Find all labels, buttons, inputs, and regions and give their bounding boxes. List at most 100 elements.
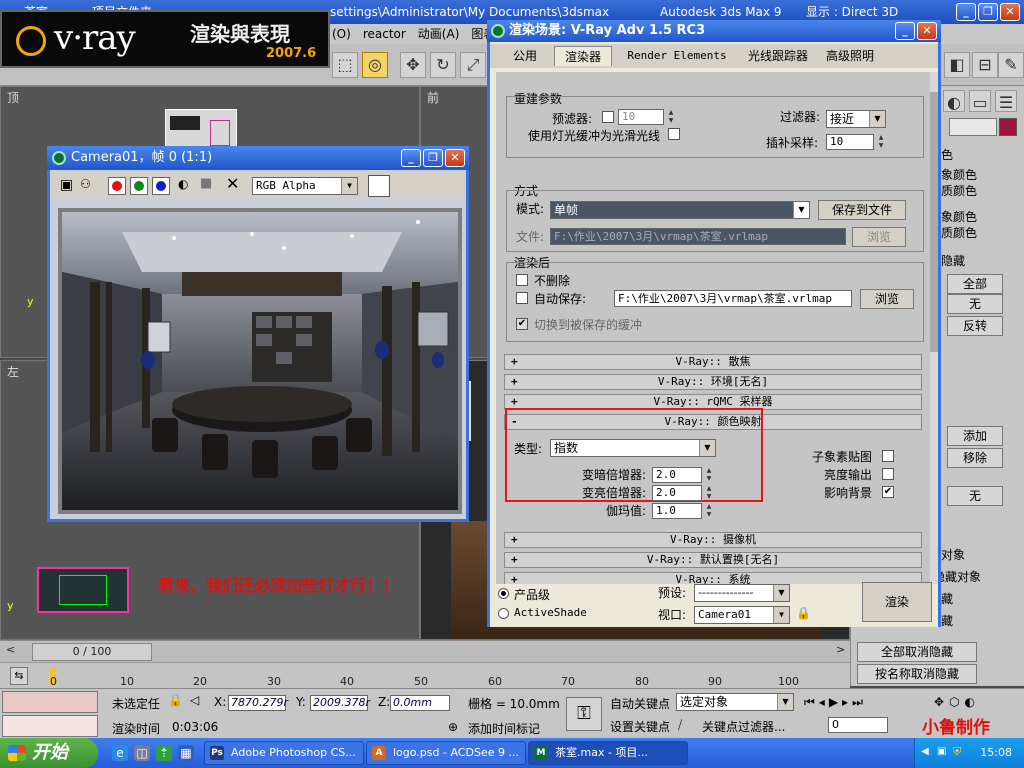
desktop-icon[interactable]: ▦ [178, 745, 194, 761]
filter-select[interactable]: 接近 ▼ [826, 110, 886, 128]
subpixel-checkbox[interactable] [882, 450, 894, 462]
minimize-button[interactable]: _ [895, 22, 915, 40]
current-frame-field[interactable]: 0 [828, 717, 888, 733]
minimize-button[interactable]: _ [401, 149, 421, 167]
window-crossing-icon[interactable]: ◎ [362, 52, 388, 78]
move-icon[interactable]: ✥ [400, 52, 426, 78]
dont-delete-checkbox[interactable] [516, 274, 528, 286]
prefilter-checkbox[interactable] [602, 111, 614, 123]
blue-channel-toggle[interactable] [152, 177, 170, 195]
menu-item-reactor[interactable]: reactor [357, 24, 412, 44]
render-button[interactable]: 渲染 [862, 582, 932, 622]
security-shield-icon[interactable]: ⛨ [953, 745, 961, 759]
mode-select[interactable]: 单帧 ▼ [550, 201, 810, 219]
maximize-button[interactable]: ❐ [423, 149, 443, 167]
red-channel-toggle[interactable] [108, 177, 126, 195]
name-field[interactable] [949, 118, 997, 136]
key-filter-button[interactable]: 关键点过滤器... [702, 718, 785, 735]
speaker-icon[interactable]: ◀ [921, 746, 929, 757]
align-icon[interactable]: ⊟ [972, 52, 998, 78]
clone-window-icon[interactable]: ⚇ [80, 177, 91, 191]
cm-type-select[interactable]: 指数 ▼ [550, 439, 716, 457]
green-channel-toggle[interactable] [130, 177, 148, 195]
preset-select[interactable]: -------------- ▼ [694, 584, 790, 602]
gamma-field[interactable]: 1.0 [652, 503, 702, 519]
tab-raytracer[interactable]: 光线跟踪器 [740, 46, 816, 66]
rollout-environment[interactable]: + V-Ray:: 环境[无名] [504, 374, 922, 390]
spinner-arrows-icon[interactable]: ▲ ▼ [704, 467, 714, 483]
z-coordinate-field[interactable]: 0.0mm [390, 695, 450, 711]
channel-select[interactable]: RGB Alpha ▼ [252, 177, 358, 195]
scrollbar-thumb[interactable] [930, 92, 938, 352]
rollout-displacement[interactable]: + V-Ray:: 默认置换[无名] [504, 552, 922, 568]
bright-multiplier-field[interactable]: 2.0 [652, 485, 702, 501]
viewport-select[interactable]: Camera01 ▼ [694, 606, 790, 624]
pixel-color-swatch[interactable] [368, 175, 390, 197]
lock-icon[interactable]: 🔒 [168, 693, 183, 707]
utilities-icon[interactable]: ☰ [995, 90, 1017, 112]
render-scene-titlebar[interactable]: 渲染场景: V-Ray Adv 1.5 RC3 _ ✕ [487, 20, 941, 42]
add-time-tag-icon[interactable]: ⊕ [448, 720, 458, 734]
display-icon[interactable]: ◐ [943, 90, 965, 112]
production-radio[interactable] [498, 588, 509, 599]
prev-frame-icon[interactable]: < [6, 643, 15, 656]
rollout-camera[interactable]: + V-Ray:: 摄像机 [504, 532, 922, 548]
mirror-icon[interactable]: ◧ [944, 52, 970, 78]
save-to-file-button[interactable]: 保存到文件 [818, 200, 906, 220]
auto-save-path-field[interactable]: F:\作业\2007\3月\vrmap\茶室.vrlmap [614, 290, 852, 307]
set-key-button[interactable]: 设置关键点 [610, 718, 670, 735]
none-button[interactable]: 无 [947, 486, 1003, 506]
next-frame-icon[interactable]: > [836, 643, 845, 656]
track-icon[interactable]: ⇆ [10, 667, 28, 685]
monitor-icon[interactable]: ▭ [969, 90, 991, 112]
alpha-toggle-icon[interactable]: ◐ [178, 177, 188, 191]
prefilter-field[interactable]: 10 [618, 109, 664, 125]
maxscript-listener-input[interactable] [2, 715, 98, 737]
key-filter-icon[interactable]: ⧸ [678, 718, 682, 733]
start-button[interactable]: 开始 [0, 738, 98, 768]
browse-button[interactable]: 浏览 [852, 227, 906, 247]
task-acdsee[interactable]: A logo.psd - ACDSee 9 ... [366, 741, 526, 765]
dark-multiplier-field[interactable]: 2.0 [652, 467, 702, 483]
add-time-tag[interactable]: 添加时间标记 [468, 720, 540, 737]
auto-save-browse-button[interactable]: 浏览 [860, 289, 914, 309]
mono-toggle-icon[interactable]: ■ [200, 176, 212, 191]
max-close-button[interactable]: ✕ [1000, 3, 1020, 21]
rotate-icon[interactable]: ↻ [430, 52, 456, 78]
task-photoshop[interactable]: Ps Adobe Photoshop CS... [204, 741, 364, 765]
track-bar[interactable]: ⇆ 0 10 20 30 40 50 60 70 80 90 100 [0, 662, 850, 688]
unhide-by-name-button[interactable]: 按名称取消隐藏 [857, 664, 977, 684]
close-button[interactable]: ✕ [445, 149, 465, 167]
select-all-button[interactable]: 全部 [947, 274, 1003, 294]
lock-viewport-icon[interactable]: 🔒 [796, 606, 811, 620]
spinner-arrows-icon[interactable]: ▲ ▼ [704, 485, 714, 501]
menu-item-animation[interactable]: 动画(A) [412, 24, 466, 44]
select-none-button[interactable]: 无 [947, 294, 1003, 314]
file-path-field[interactable]: F:\作业\2007\3月\vrmap\茶室.vrlmap [550, 228, 846, 245]
rollout-caustics[interactable]: + V-Ray:: 散焦 [504, 354, 922, 370]
tab-renderer[interactable]: 渲染器 [554, 46, 612, 66]
spinner-arrows-icon[interactable]: ▲ ▼ [666, 109, 676, 125]
camera-frame-titlebar[interactable]: Camera01，帧 0 (1:1) _ ❐ ✕ [47, 146, 469, 170]
interp-field[interactable]: 10 [826, 134, 874, 150]
clamp-checkbox[interactable] [882, 468, 894, 480]
y-coordinate-field[interactable]: 2009.378r [310, 695, 370, 711]
max-maximize-button[interactable]: ❐ [978, 3, 998, 21]
auto-save-checkbox[interactable] [516, 292, 528, 304]
ie-icon[interactable]: e [112, 745, 128, 761]
renderer-scrollbar[interactable] [930, 72, 938, 584]
nav-controls-icon[interactable]: ✥⬡◐ [934, 695, 980, 709]
tab-render-elements[interactable]: Render Elements [618, 46, 736, 66]
layer-icon[interactable]: ✎ [998, 52, 1024, 78]
time-slider[interactable]: 0 / 100 [32, 643, 152, 661]
task-3dsmax[interactable]: M 茶室.max - 项目... [528, 741, 688, 765]
auto-key-button[interactable]: 自动关键点 [610, 695, 670, 712]
spinner-arrows-icon[interactable]: ▲ ▼ [704, 503, 714, 519]
use-light-cache-checkbox[interactable] [668, 128, 680, 140]
invert-button[interactable]: 反转 [947, 316, 1003, 336]
switch-buffer-checkbox[interactable]: ✔ [516, 318, 528, 330]
spinner-arrows-icon[interactable]: ▲ ▼ [876, 134, 886, 150]
add-button[interactable]: 添加 [947, 426, 1003, 446]
quicklaunch-icon[interactable]: ⇡ [156, 745, 172, 761]
activeshade-radio[interactable] [498, 608, 509, 619]
